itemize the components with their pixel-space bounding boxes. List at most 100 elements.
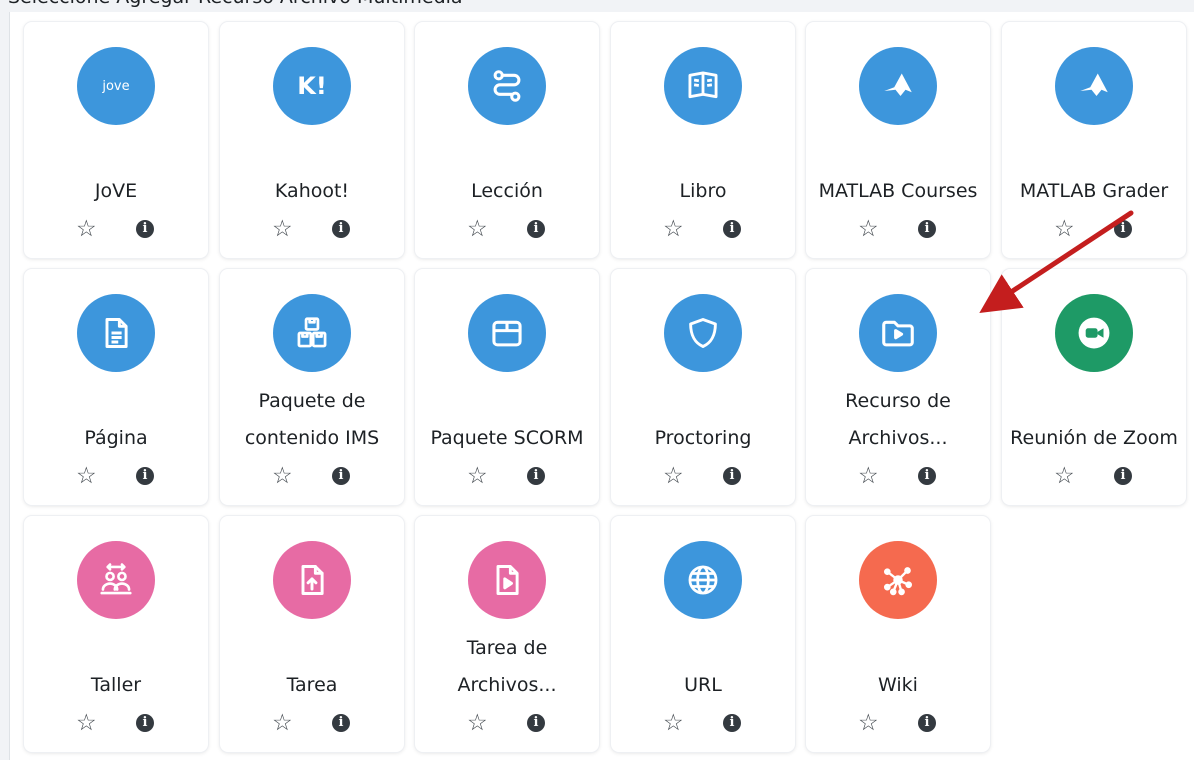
- favourite-star-icon[interactable]: ☆: [467, 213, 488, 245]
- favourite-star-icon[interactable]: ☆: [76, 213, 97, 245]
- activity-card[interactable]: MATLAB Grader ☆ i: [1002, 22, 1186, 258]
- activity-card[interactable]: Taller ☆ i: [24, 516, 208, 752]
- activity-card[interactable]: Tarea de Archivos... ☆ i: [415, 516, 599, 752]
- activity-chooser-panel: jove JoVE ☆ i K! Kahoot! ☆ i Lección ☆ i Libro ☆ i MAT…: [9, 12, 1194, 760]
- activity-name: Lección: [419, 130, 595, 210]
- activity-name: Tarea: [224, 624, 400, 704]
- favourite-star-icon[interactable]: ☆: [272, 460, 293, 492]
- page-heading: Seleccione Agregar Recurso Archivo Multi…: [8, 0, 463, 8]
- favourite-star-icon[interactable]: ☆: [663, 213, 684, 245]
- info-icon[interactable]: i: [136, 220, 154, 238]
- favourite-star-icon[interactable]: ☆: [467, 707, 488, 739]
- activity-card[interactable]: jove JoVE ☆ i: [24, 22, 208, 258]
- kahoot-logo-icon: K!: [273, 47, 351, 125]
- shield-icon: [664, 294, 742, 372]
- activity-card[interactable]: Paquete de contenido IMS ☆ i: [220, 269, 404, 505]
- activity-actions: ☆ i: [611, 460, 795, 492]
- favourite-star-icon[interactable]: ☆: [858, 707, 879, 739]
- activity-name-text: Lección: [471, 180, 543, 202]
- favourite-star-icon[interactable]: ☆: [663, 707, 684, 739]
- activity-actions: ☆ i: [1002, 213, 1186, 245]
- icon-logo-text: jove: [102, 78, 130, 94]
- favourite-star-icon[interactable]: ☆: [1054, 213, 1075, 245]
- activity-card[interactable]: URL ☆ i: [611, 516, 795, 752]
- info-icon[interactable]: i: [723, 467, 741, 485]
- activity-card[interactable]: Reunión de Zoom ☆ i: [1002, 269, 1186, 505]
- activity-name-text: Kahoot!: [274, 180, 350, 202]
- activity-card[interactable]: Libro ☆ i: [611, 22, 795, 258]
- activity-actions: ☆ i: [415, 213, 599, 245]
- ims-package-icon: [273, 294, 351, 372]
- matlab-icon: [1055, 47, 1133, 125]
- activity-name: MATLAB Courses: [810, 130, 986, 210]
- activity-name-text: Wiki: [878, 674, 918, 696]
- activity-card[interactable]: Proctoring ☆ i: [611, 269, 795, 505]
- activity-name: Proctoring: [615, 377, 791, 457]
- activity-name: Libro: [615, 130, 791, 210]
- info-icon[interactable]: i: [918, 714, 936, 732]
- info-icon[interactable]: i: [332, 467, 350, 485]
- info-icon[interactable]: i: [136, 467, 154, 485]
- lesson-path-icon: [468, 47, 546, 125]
- activity-name-text: Paquete de contenido IMS: [244, 390, 380, 449]
- activity-name: JoVE: [28, 130, 204, 210]
- favourite-star-icon[interactable]: ☆: [272, 707, 293, 739]
- book-icon: [664, 47, 742, 125]
- info-icon[interactable]: i: [527, 467, 545, 485]
- scorm-box-icon: [468, 294, 546, 372]
- icon-logo-text: K!: [297, 72, 327, 100]
- info-icon[interactable]: i: [723, 714, 741, 732]
- info-icon[interactable]: i: [136, 714, 154, 732]
- activity-name-text: Taller: [90, 674, 142, 696]
- wiki-network-icon: [859, 541, 937, 619]
- activity-name: Paquete SCORM: [419, 377, 595, 457]
- activity-actions: ☆ i: [611, 707, 795, 739]
- activity-card[interactable]: Lección ☆ i: [415, 22, 599, 258]
- info-icon[interactable]: i: [918, 467, 936, 485]
- activity-actions: ☆ i: [806, 460, 990, 492]
- globe-icon: [664, 541, 742, 619]
- info-icon[interactable]: i: [332, 714, 350, 732]
- activity-name-text: Tarea: [286, 674, 338, 696]
- activity-card[interactable]: Paquete SCORM ☆ i: [415, 269, 599, 505]
- favourite-star-icon[interactable]: ☆: [272, 213, 293, 245]
- activity-card[interactable]: Wiki ☆ i: [806, 516, 990, 752]
- assignment-upload-icon: [273, 541, 351, 619]
- favourite-star-icon[interactable]: ☆: [858, 213, 879, 245]
- activity-card[interactable]: Recurso de Archivos... ☆ i: [806, 269, 990, 505]
- activity-name-text: URL: [684, 674, 722, 696]
- activity-card[interactable]: Página ☆ i: [24, 269, 208, 505]
- activity-actions: ☆ i: [24, 707, 208, 739]
- info-icon[interactable]: i: [332, 220, 350, 238]
- info-icon[interactable]: i: [1114, 220, 1132, 238]
- info-icon[interactable]: i: [1114, 467, 1132, 485]
- activity-name-text: Tarea de Archivos...: [457, 637, 557, 696]
- activity-name-text: Reunión de Zoom: [1010, 427, 1178, 449]
- favourite-star-icon[interactable]: ☆: [76, 707, 97, 739]
- activity-name: Wiki: [810, 624, 986, 704]
- favourite-star-icon[interactable]: ☆: [858, 460, 879, 492]
- activity-card[interactable]: Tarea ☆ i: [220, 516, 404, 752]
- favourite-star-icon[interactable]: ☆: [467, 460, 488, 492]
- info-icon[interactable]: i: [918, 220, 936, 238]
- page-document-icon: [77, 294, 155, 372]
- info-icon[interactable]: i: [527, 714, 545, 732]
- activity-name: Paquete de contenido IMS: [224, 377, 400, 457]
- activity-name: MATLAB Grader: [1006, 130, 1182, 210]
- info-icon[interactable]: i: [723, 220, 741, 238]
- activity-actions: ☆ i: [806, 707, 990, 739]
- favourite-star-icon[interactable]: ☆: [76, 460, 97, 492]
- info-icon[interactable]: i: [527, 220, 545, 238]
- activity-name: Taller: [28, 624, 204, 704]
- workshop-people-icon: [77, 541, 155, 619]
- activity-actions: ☆ i: [220, 460, 404, 492]
- activity-actions: ☆ i: [220, 213, 404, 245]
- activity-name: URL: [615, 624, 791, 704]
- activity-name-text: Proctoring: [654, 427, 752, 449]
- activity-card[interactable]: K! Kahoot! ☆ i: [220, 22, 404, 258]
- favourite-star-icon[interactable]: ☆: [663, 460, 684, 492]
- activity-card[interactable]: MATLAB Courses ☆ i: [806, 22, 990, 258]
- favourite-star-icon[interactable]: ☆: [1054, 460, 1075, 492]
- activity-name-text: Libro: [679, 180, 727, 202]
- activity-actions: ☆ i: [1002, 460, 1186, 492]
